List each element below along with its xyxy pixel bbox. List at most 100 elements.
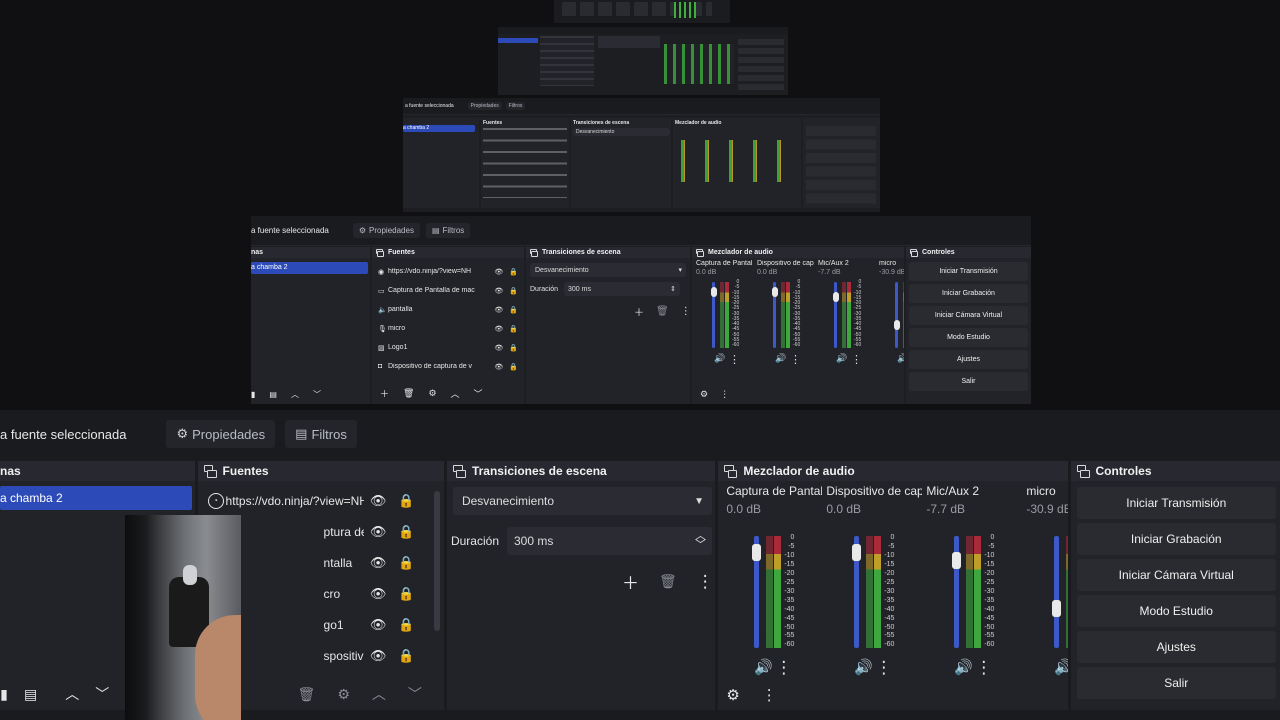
filters-button[interactable]: ▤ Filtros [285, 420, 357, 448]
source-item[interactable]: 🔈 pantalla 👁 🔒 [378, 300, 518, 319]
spinner-icon[interactable]: ︿ ﹀ [695, 531, 706, 551]
lock-icon[interactable]: 🔒 [398, 493, 414, 509]
trash-icon[interactable]: 🗑 [659, 573, 677, 590]
properties-button[interactable]: ⚙ Propiedades [166, 420, 276, 448]
lock-icon[interactable]: 🔒 [509, 268, 518, 276]
fader-handle[interactable] [952, 552, 962, 570]
source-item[interactable]: ▭ Captura de Pantalla de mac 👁 🔒 [378, 281, 518, 300]
mute-speaker-icon[interactable]: 🔊 [954, 658, 973, 676]
filter-icon[interactable]: ▤ [269, 390, 277, 399]
eye-icon[interactable]: 👁 [494, 325, 503, 333]
properties-button[interactable]: Propiedades [467, 102, 502, 110]
fader-handle[interactable] [852, 544, 862, 562]
trash-icon[interactable]: 🗑 [656, 306, 669, 317]
mixer-settings-icon[interactable]: ⚙ [726, 686, 739, 704]
source-item[interactable]: 🎙 micro 👁 🔒 [378, 319, 518, 338]
source-item[interactable]: ◔ https://vdo.ninja/?view=NH 👁 🔒 [207, 485, 415, 516]
eye-icon[interactable]: 👁 [494, 344, 503, 352]
lock-icon[interactable]: 🔒 [509, 363, 518, 371]
start-stream-button[interactable]: Iniciar Transmisión [909, 262, 1028, 281]
lock-icon[interactable]: 🔒 [398, 586, 414, 602]
chevron-up-icon[interactable]: ︿ [451, 387, 460, 400]
channel-menu-icon[interactable]: ⋮ [790, 353, 801, 366]
transition-type-select[interactable]: Desvanecimiento ▾ [530, 263, 686, 277]
settings-button[interactable]: Ajustes [909, 350, 1028, 369]
add-icon[interactable]: ＋ [634, 304, 644, 319]
mute-speaker-icon[interactable]: 🔊 [836, 353, 847, 364]
volume-fader[interactable] [895, 282, 898, 348]
fader-handle[interactable] [771, 286, 778, 297]
more-icon[interactable]: ⋮ [697, 572, 714, 592]
add-icon[interactable]: ＋ [622, 569, 639, 594]
mute-speaker-icon[interactable]: 🔊 [1054, 658, 1067, 676]
fader-handle[interactable] [832, 291, 839, 302]
scene-item[interactable]: a chamba 2 [251, 262, 368, 274]
chevron-down-icon[interactable]: ﹀ [408, 684, 422, 704]
gear-icon[interactable]: ⚙ [428, 388, 436, 399]
fader-handle[interactable] [710, 286, 717, 297]
channel-menu-icon[interactable]: ⋮ [729, 353, 740, 366]
filter-icon[interactable]: ▤ [24, 686, 37, 703]
exit-button[interactable]: Salir [909, 372, 1028, 391]
eye-icon[interactable]: 👁 [370, 586, 387, 602]
eye-icon[interactable]: 👁 [370, 493, 387, 509]
lock-icon[interactable]: 🔒 [398, 617, 414, 633]
chevron-down-icon[interactable]: ﹀ [474, 387, 483, 400]
lock-icon[interactable]: 🔒 [509, 344, 518, 352]
fader-handle[interactable] [752, 544, 762, 562]
mute-speaker-icon[interactable]: 🔊 [897, 353, 904, 364]
eye-icon[interactable]: 👁 [370, 524, 387, 540]
scene-item[interactable]: a chamba 2 [403, 125, 475, 132]
filters-button[interactable]: ▤ Filtros [425, 223, 471, 238]
mixer-menu-icon[interactable]: ⋮ [720, 389, 729, 400]
more-icon[interactable]: ⋮ [681, 306, 690, 317]
mixer-menu-icon[interactable]: ⋮ [762, 686, 777, 704]
chevron-up-icon[interactable]: ︿ [65, 684, 79, 704]
studio-mode-button[interactable]: Modo Estudio [909, 328, 1028, 347]
start-recording-button[interactable]: Iniciar Grabación [909, 284, 1028, 303]
duration-input[interactable]: 300 ms ︿ ﹀ [507, 527, 712, 555]
transition-type-select[interactable]: Desvanecimiento ▼ [452, 487, 712, 515]
fader-handle[interactable] [893, 319, 900, 330]
eye-icon[interactable]: 👁 [370, 617, 387, 633]
duration-input[interactable]: 300 ms ⇕ [564, 282, 681, 296]
source-item[interactable]: ◉ https://vdo.ninja/?view=NH 👁 🔒 [378, 262, 518, 281]
start-recording-button[interactable]: Iniciar Grabación [1076, 523, 1276, 555]
lock-icon[interactable]: 🔒 [509, 287, 518, 295]
mute-speaker-icon[interactable]: 🔊 [775, 353, 786, 364]
exit-button[interactable]: Salir [1076, 667, 1276, 699]
chevron-down-icon[interactable]: ﹀ [313, 389, 321, 400]
lock-icon[interactable]: 🔒 [398, 524, 414, 540]
mixer-settings-icon[interactable]: ⚙ [700, 389, 708, 400]
eye-icon[interactable]: 👁 [494, 306, 503, 314]
eye-icon[interactable]: 👁 [494, 287, 503, 295]
source-item[interactable]: ◘ Dispositivo de captura de v 👁 🔒 [378, 357, 518, 376]
filters-button[interactable]: Filtros [505, 102, 526, 110]
studio-mode-button[interactable]: Modo Estudio [1076, 595, 1276, 627]
eye-icon[interactable]: 👁 [494, 268, 503, 276]
chevron-up-icon[interactable]: ︿ [372, 684, 386, 704]
lock-icon[interactable]: 🔒 [509, 325, 518, 333]
channel-menu-icon[interactable]: ⋮ [775, 658, 792, 678]
remove-icon[interactable]: ▮ [251, 390, 255, 399]
lock-icon[interactable]: 🔒 [398, 555, 414, 571]
scene-item[interactable]: a chamba 2 [0, 486, 192, 510]
mute-speaker-icon[interactable]: 🔊 [714, 353, 725, 364]
chevron-down-icon[interactable]: ﹀ [95, 684, 109, 704]
channel-menu-icon[interactable]: ⋮ [851, 353, 862, 366]
mute-speaker-icon[interactable]: 🔊 [854, 658, 873, 676]
trash-icon[interactable]: 🗑 [403, 388, 414, 399]
transition-type[interactable]: Desvanecimiento [573, 128, 670, 136]
settings-button[interactable]: Ajustes [1076, 631, 1276, 663]
eye-icon[interactable]: 👁 [370, 648, 387, 664]
channel-menu-icon[interactable]: ⋮ [875, 658, 892, 678]
add-icon[interactable]: ＋ [380, 387, 389, 400]
lock-icon[interactable]: 🔒 [398, 648, 414, 664]
properties-button[interactable]: ⚙ Propiedades [352, 223, 420, 238]
mute-speaker-icon[interactable]: 🔊 [754, 658, 773, 676]
chevron-up-icon[interactable]: ︿ [291, 389, 299, 400]
source-item[interactable]: ▨ Logo1 👁 🔒 [378, 338, 518, 357]
eye-icon[interactable]: 👁 [494, 363, 503, 371]
sources-scrollbar[interactable] [433, 491, 440, 631]
channel-menu-icon[interactable]: ⋮ [975, 658, 992, 678]
